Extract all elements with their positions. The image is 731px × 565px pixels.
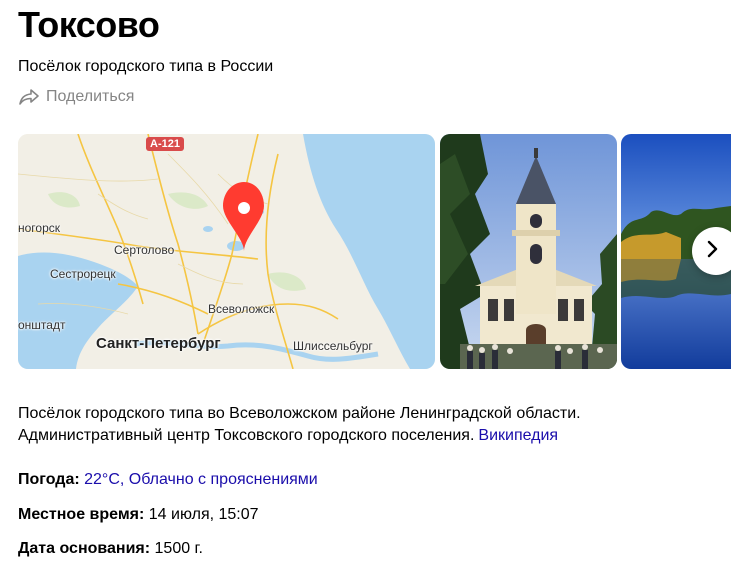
chevron-right-icon xyxy=(706,240,720,263)
map-preview[interactable]: А-121 ногорск Сертолово Сестрорецк Всево… xyxy=(18,134,435,369)
founded-value: 1500 г. xyxy=(154,540,203,557)
founded-fact: Дата основания: 1500 г. xyxy=(18,540,203,558)
local-time-value: 14 июля, 15:07 xyxy=(148,506,259,523)
weather-fact: Погода: 22°C, Облачно с прояснениями xyxy=(18,471,318,489)
map-label-sestroretsk: Сестрорецк xyxy=(50,267,116,281)
map-label-sertolovo: Сертолово xyxy=(114,243,175,257)
share-icon xyxy=(18,88,40,106)
weather-link[interactable]: 22°C, Облачно с прояснениями xyxy=(84,471,318,488)
road-badge: А-121 xyxy=(146,137,184,151)
map-label-vsevolozhsk: Всеволожск xyxy=(208,302,275,316)
media-gallery: А-121 ногорск Сертолово Сестрорецк Всево… xyxy=(18,134,731,369)
church-photo[interactable] xyxy=(440,134,617,369)
share-label: Поделиться xyxy=(46,88,135,105)
wikipedia-link[interactable]: Википедия xyxy=(478,427,558,444)
page-subtitle: Посёлок городского типа в России xyxy=(18,58,274,75)
founded-label: Дата основания: xyxy=(18,540,151,557)
weather-label: Погода: xyxy=(18,471,80,488)
description: Посёлок городского типа во Всеволожском … xyxy=(18,403,678,447)
map-label-spb: Санкт-Петербург xyxy=(96,335,221,352)
map-label-kronshtadt: онштадт xyxy=(18,318,66,332)
local-time-label: Местное время: xyxy=(18,506,145,523)
local-time-fact: Местное время: 14 июля, 15:07 xyxy=(18,506,259,524)
map-label-nogorsk: ногорск xyxy=(18,221,61,235)
page-title: Токсово xyxy=(18,4,160,45)
share-button[interactable]: Поделиться xyxy=(18,88,134,106)
map-label-shlisselburg: Шлиссельбург xyxy=(293,339,373,353)
